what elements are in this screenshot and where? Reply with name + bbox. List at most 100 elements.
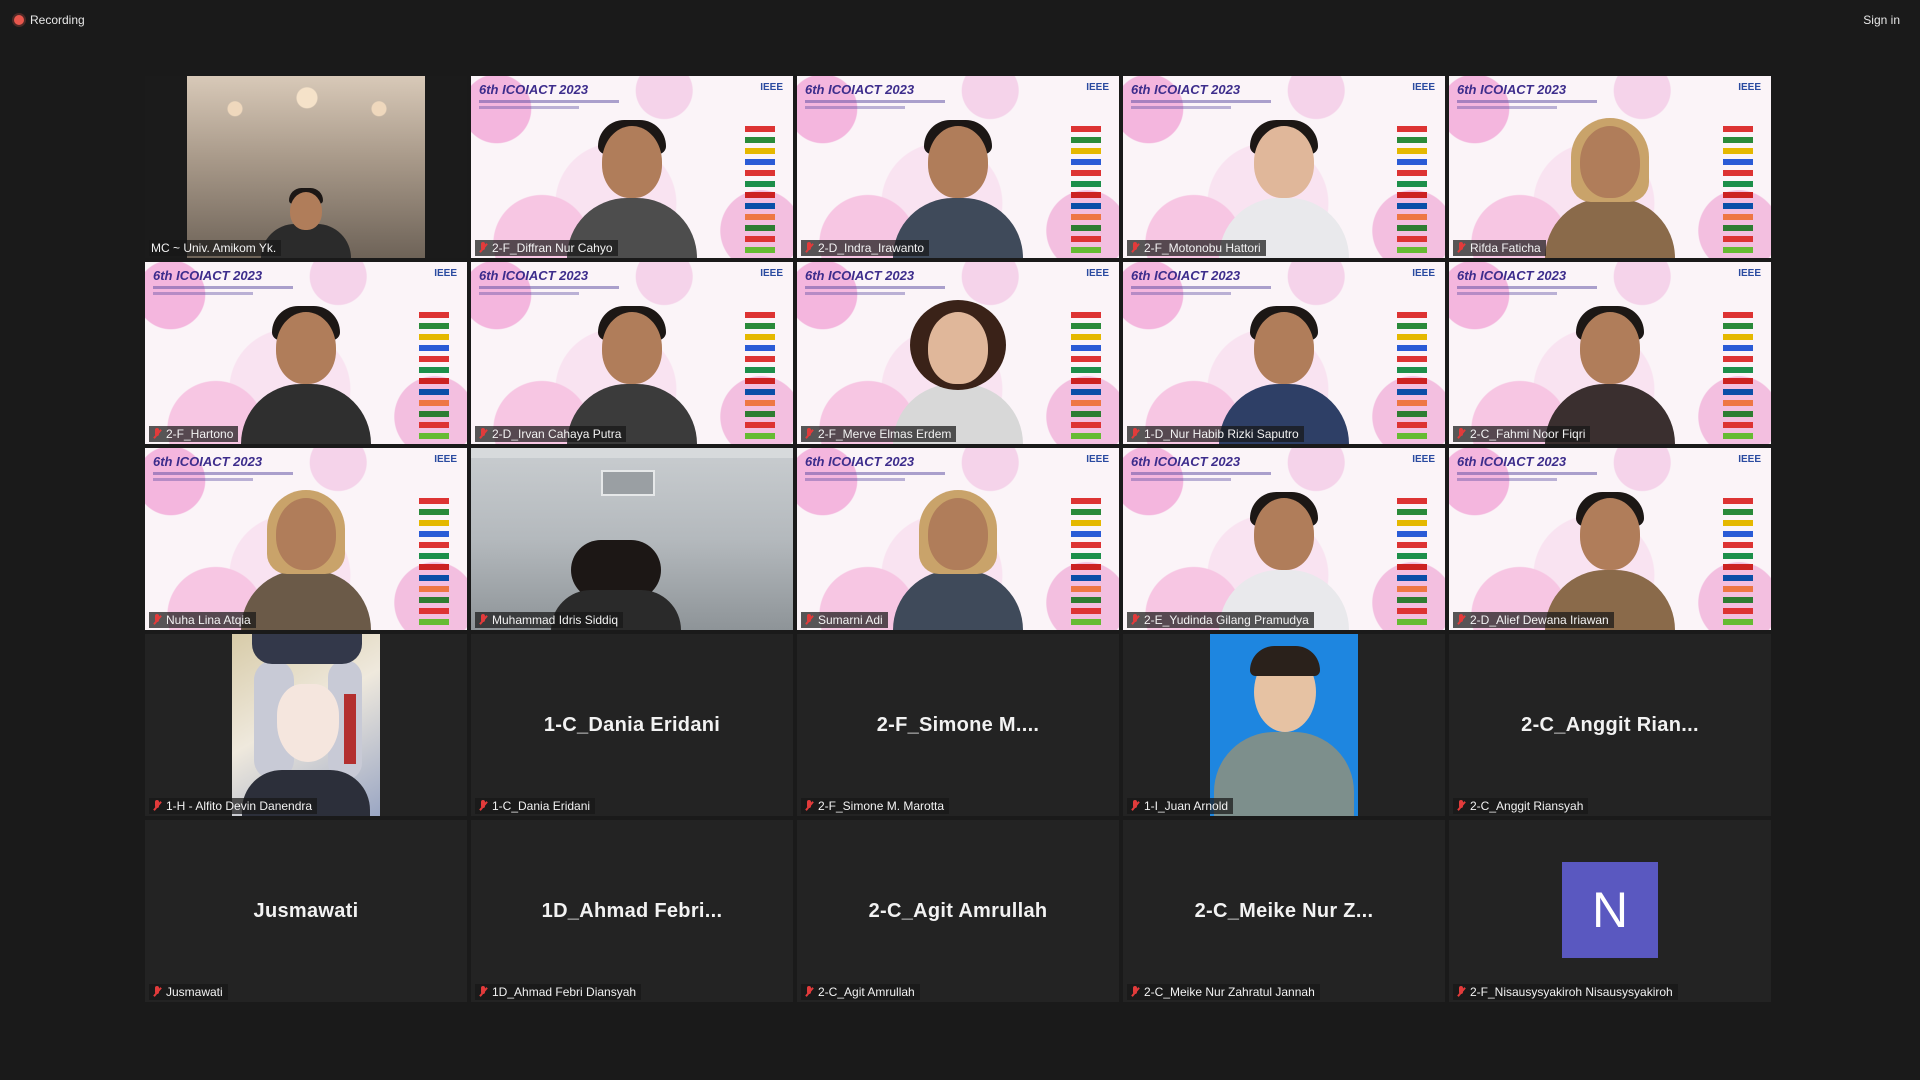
slide-ieee-logo: IEEE [1086,82,1109,93]
participant-name: 2-C_Meike Nur Zahratul Jannah [1144,985,1315,999]
participant-name-label: 2-F_Diffran Nur Cahyo [475,240,618,256]
mic-muted-icon [477,241,489,255]
sign-in-button[interactable]: Sign in [1863,13,1900,27]
participant-name: 2-E_Yudinda Gilang Pramudya [1144,613,1309,627]
participant-name-label: 1D_Ahmad Febri Diansyah [475,984,642,1000]
participant-name-label: Sumarni Adi [801,612,888,628]
slide-ieee-logo: IEEE [1412,82,1435,93]
slide-ieee-logo: IEEE [1412,454,1435,465]
participant-name-label: 2-D_Irvan Cahaya Putra [475,426,627,442]
participant-tile[interactable]: 2-C_Meike Nur Z... 2-C_Meike Nur Zahratul… [1123,820,1445,1002]
recording-label: Recording [30,13,85,27]
participant-tile[interactable]: 6th ICOIACT 2023 IEEE Rifda Faticha [1449,76,1771,258]
participant-tile[interactable]: 1-H - Alfito Devin Danendra [145,634,467,816]
mic-muted-icon [803,427,815,441]
participant-display-name: 2-C_Agit Amrullah [868,899,1048,922]
participant-tile[interactable]: 2-C_Anggit Rian... 2-C_Anggit Riansyah [1449,634,1771,816]
slide-logo: 6th ICOIACT 2023 [479,268,589,283]
participant-tile[interactable]: 6th ICOIACT 2023 IEEE 2-F_Hartono [145,262,467,444]
slide-logo: 6th ICOIACT 2023 [1457,82,1567,97]
participant-tile[interactable]: 6th ICOIACT 2023 IEEE 2-C_Fahmi Noor Fiqri [1449,262,1771,444]
slide-ieee-logo: IEEE [434,454,457,465]
participant-video [1219,304,1349,444]
slide-logo: 6th ICOIACT 2023 [1457,268,1567,283]
participant-video [1219,118,1349,258]
participant-video [567,304,697,444]
mic-muted-icon [803,799,815,813]
mic-muted-icon [151,985,163,999]
participant-name-label: 1-H - Alfito Devin Danendra [149,798,318,814]
slide-ieee-logo: IEEE [1738,454,1761,465]
participant-tile[interactable]: 6th ICOIACT 2023 IEEE 2-F_Motonobu Hattori [1123,76,1445,258]
participant-name-label: 2-F_Nisausysyakiroh Nisausysyakiroh [1453,984,1678,1000]
mic-muted-icon [1129,427,1141,441]
participant-name: 2-D_Indra_Irawanto [818,241,925,255]
participant-tile[interactable]: 6th ICOIACT 2023 IEEE Sumarni Adi [797,448,1119,630]
participant-tile[interactable]: N 2-F_Nisausysyakiroh Nisausysyakiroh [1449,820,1771,1002]
participant-name-label: 2-C_Fahmi Noor Fiqri [1453,426,1591,442]
participant-tile[interactable]: 6th ICOIACT 2023 IEEE 2-F_Diffran Nur Cahy… [471,76,793,258]
slide-ieee-logo: IEEE [1086,268,1109,279]
mic-muted-icon [477,427,489,441]
participant-tile[interactable]: 2-F_Simone M.... 2-F_Simone M. Marotta [797,634,1119,816]
participant-name-label: 1-D_Nur Habib Rizki Saputro [1127,426,1304,442]
participant-video [1545,490,1675,630]
participant-tile[interactable]: 6th ICOIACT 2023 IEEE Nuha Lina Atqia [145,448,467,630]
participant-tile[interactable]: 6th ICOIACT 2023 IEEE 2-E_Yudinda Gilang P… [1123,448,1445,630]
participant-tile[interactable]: 6th ICOIACT 2023 IEEE 2-D_Indra_Irawanto [797,76,1119,258]
participant-name-label: Jusmawati [149,984,228,1000]
participant-video [1545,304,1675,444]
slide-logo: 6th ICOIACT 2023 [805,268,915,283]
participant-name: 2-F_Merve Elmas Erdem [818,427,952,441]
participant-tile[interactable]: MC ~ Univ. Amikom Yk. [145,76,467,258]
participant-tile[interactable]: 6th ICOIACT 2023 IEEE 2-F_Merve Elmas Erde… [797,262,1119,444]
slide-ieee-logo: IEEE [760,82,783,93]
participant-name: MC ~ Univ. Amikom Yk. [151,241,277,255]
participant-tile[interactable]: 1D_Ahmad Febri... 1D_Ahmad Febri Diansyah [471,820,793,1002]
participant-video [241,490,371,630]
participant-video [893,490,1023,630]
participant-name-label: 2-C_Agit Amrullah [801,984,920,1000]
participant-video [1545,118,1675,258]
slide-flags [1397,126,1427,258]
participant-tile[interactable]: 1-I_Juan Arnold [1123,634,1445,816]
participant-name-label: 2-D_Alief Dewana Iriawan [1453,612,1614,628]
top-bar: Recording Sign in [0,0,1920,40]
slide-ieee-logo: IEEE [434,268,457,279]
participant-name-label: 2-F_Simone M. Marotta [801,798,950,814]
recording-indicator[interactable]: Recording [14,13,85,27]
participant-tile[interactable]: 6th ICOIACT 2023 IEEE 1-D_Nur Habib Rizki … [1123,262,1445,444]
participant-name: 2-C_Agit Amrullah [818,985,915,999]
participant-tile[interactable]: 6th ICOIACT 2023 IEEE 2-D_Alief Dewana Iri… [1449,448,1771,630]
participant-name-label: 2-F_Hartono [149,426,239,442]
participant-display-name: 2-C_Anggit Rian... [1521,713,1699,736]
mic-muted-icon [1129,241,1141,255]
mic-muted-icon [1455,985,1467,999]
participant-tile[interactable]: 2-C_Agit Amrullah 2-C_Agit Amrullah [797,820,1119,1002]
slide-logo: 6th ICOIACT 2023 [805,454,915,469]
mic-muted-icon [803,613,815,627]
participant-name-label: 2-C_Meike Nur Zahratul Jannah [1127,984,1320,1000]
participant-name: 2-D_Irvan Cahaya Putra [492,427,622,441]
participant-name-label: Muhammad Idris Siddiq [475,612,624,628]
participant-tile[interactable]: Jusmawati Jusmawati [145,820,467,1002]
participant-tile[interactable]: 1-C_Dania Eridani 1-C_Dania Eridani [471,634,793,816]
mic-muted-icon [1455,427,1467,441]
slide-flags [419,312,449,444]
slide-flags [419,498,449,630]
slide-flags [1397,498,1427,630]
participant-name-label: 2-C_Anggit Riansyah [1453,798,1589,814]
participant-tile[interactable]: Muhammad Idris Siddiq [471,448,793,630]
participant-name: 2-C_Anggit Riansyah [1470,799,1584,813]
slide-logo: 6th ICOIACT 2023 [153,454,263,469]
mic-muted-icon [803,985,815,999]
participant-name: 2-F_Nisausysyakiroh Nisausysyakiroh [1470,985,1673,999]
participant-name: 2-D_Alief Dewana Iriawan [1470,613,1609,627]
slide-ieee-logo: IEEE [1738,82,1761,93]
slide-logo: 6th ICOIACT 2023 [153,268,263,283]
participant-name-label: 1-C_Dania Eridani [475,798,596,814]
mic-muted-icon [151,427,163,441]
slide-logo: 6th ICOIACT 2023 [1131,268,1241,283]
participant-video [1219,490,1349,630]
participant-tile[interactable]: 6th ICOIACT 2023 IEEE 2-D_Irvan Cahaya Put… [471,262,793,444]
